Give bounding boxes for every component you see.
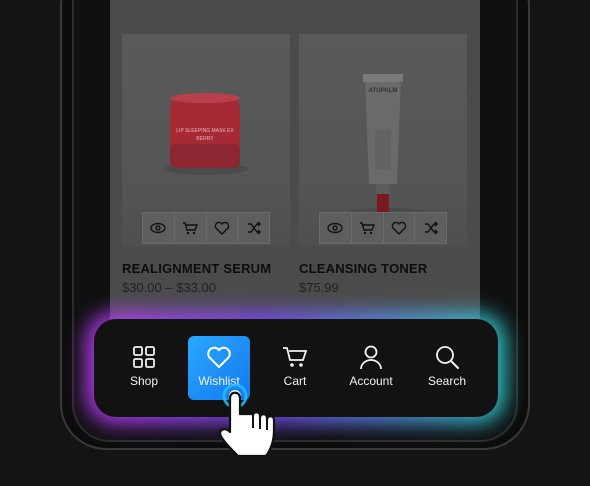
product-name[interactable]: CLEANSING TONER [299, 261, 467, 276]
jar-label-text: LIP SLEEPING MASK EX [176, 128, 234, 134]
quick-actions [142, 212, 270, 244]
add-to-cart-button[interactable] [175, 213, 207, 243]
cart-icon [183, 222, 199, 235]
shuffle-icon [424, 221, 438, 235]
nav-label: Account [349, 374, 393, 388]
cart-icon [360, 222, 376, 235]
compare-button[interactable] [415, 213, 446, 243]
heart-icon [214, 221, 230, 235]
nav-item-search[interactable]: Search [416, 336, 478, 400]
product-card[interactable]: ATOPALM CLEANSING TONER $75.99 [299, 34, 467, 295]
user-icon [360, 345, 382, 370]
nav-item-shop[interactable]: Shop [113, 336, 175, 400]
product-name[interactable]: REALIGNMENT SERUM [122, 261, 290, 276]
compare-button[interactable] [238, 213, 269, 243]
product-image[interactable]: LIP SLEEPING MASK EX BERRY [122, 34, 290, 246]
heart-icon [207, 346, 231, 369]
quick-actions [319, 212, 447, 244]
eye-icon [150, 222, 167, 234]
cart-icon [283, 347, 308, 367]
product-image[interactable]: ATOPALM [299, 34, 467, 246]
bottom-nav-bar: Shop Wishlist Cart Account Search [94, 319, 498, 417]
shuffle-icon [247, 221, 261, 235]
quick-view-button[interactable] [143, 213, 175, 243]
quick-view-button[interactable] [320, 213, 352, 243]
jar-sublabel-text: BERRY [196, 136, 214, 142]
nav-item-account[interactable]: Account [340, 336, 402, 400]
tube-brand-text: ATOPALM [369, 88, 398, 94]
search-icon [436, 346, 459, 369]
nav-label: Shop [129, 374, 159, 388]
product-card[interactable]: LIP SLEEPING MASK EX BERRY REALIGNMENT S… [122, 34, 290, 295]
add-to-cart-button[interactable] [352, 213, 384, 243]
nav-label: Search [427, 374, 467, 388]
add-to-wishlist-button[interactable] [384, 213, 416, 243]
heart-icon [391, 221, 407, 235]
grid-icon [133, 346, 155, 368]
product-price: $30.00 – $33.00 [122, 280, 216, 295]
add-to-wishlist-button[interactable] [207, 213, 239, 243]
product-price: $75.99 [299, 280, 339, 295]
pointing-hand-icon [218, 384, 276, 458]
phone-screen: LIP SLEEPING MASK EX BERRY REALIGNMENT S… [110, 0, 480, 345]
eye-icon [327, 222, 344, 234]
